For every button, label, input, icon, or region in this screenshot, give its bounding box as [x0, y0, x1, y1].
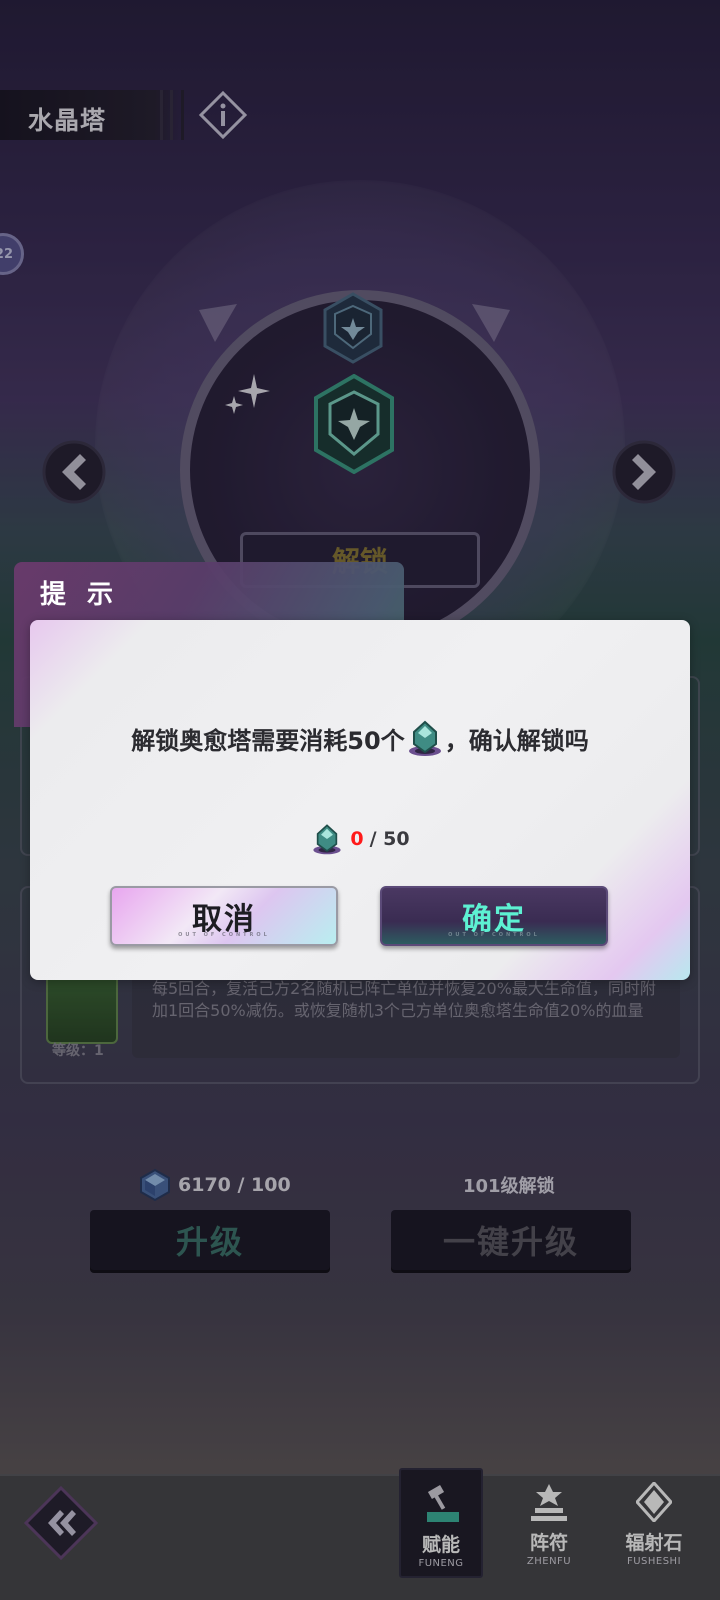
cost-row: 0 / 50: [30, 822, 690, 856]
dialog-message-before: 解锁奥愈塔需要消耗50个: [131, 726, 405, 755]
cancel-fine-print: OUT OF CONTROL: [178, 932, 270, 938]
dialog-message: 解锁奥愈塔需要消耗50个 ，确认解锁吗: [30, 718, 690, 758]
confirm-fine-print: OUT OF CONTROL: [448, 932, 540, 938]
dialog-title: 提 示: [40, 580, 120, 610]
confirm-button[interactable]: 确定 OUT OF CONTROL: [380, 886, 608, 946]
dialog-message-after: ，确认解锁吗: [444, 726, 589, 755]
heal-crystal-icon: [313, 824, 341, 855]
cost-owned: 0: [350, 828, 364, 850]
heal-crystal-icon: [408, 720, 441, 756]
cost-required: / 50: [369, 828, 410, 850]
cancel-button[interactable]: 取消 OUT OF CONTROL: [110, 886, 338, 946]
